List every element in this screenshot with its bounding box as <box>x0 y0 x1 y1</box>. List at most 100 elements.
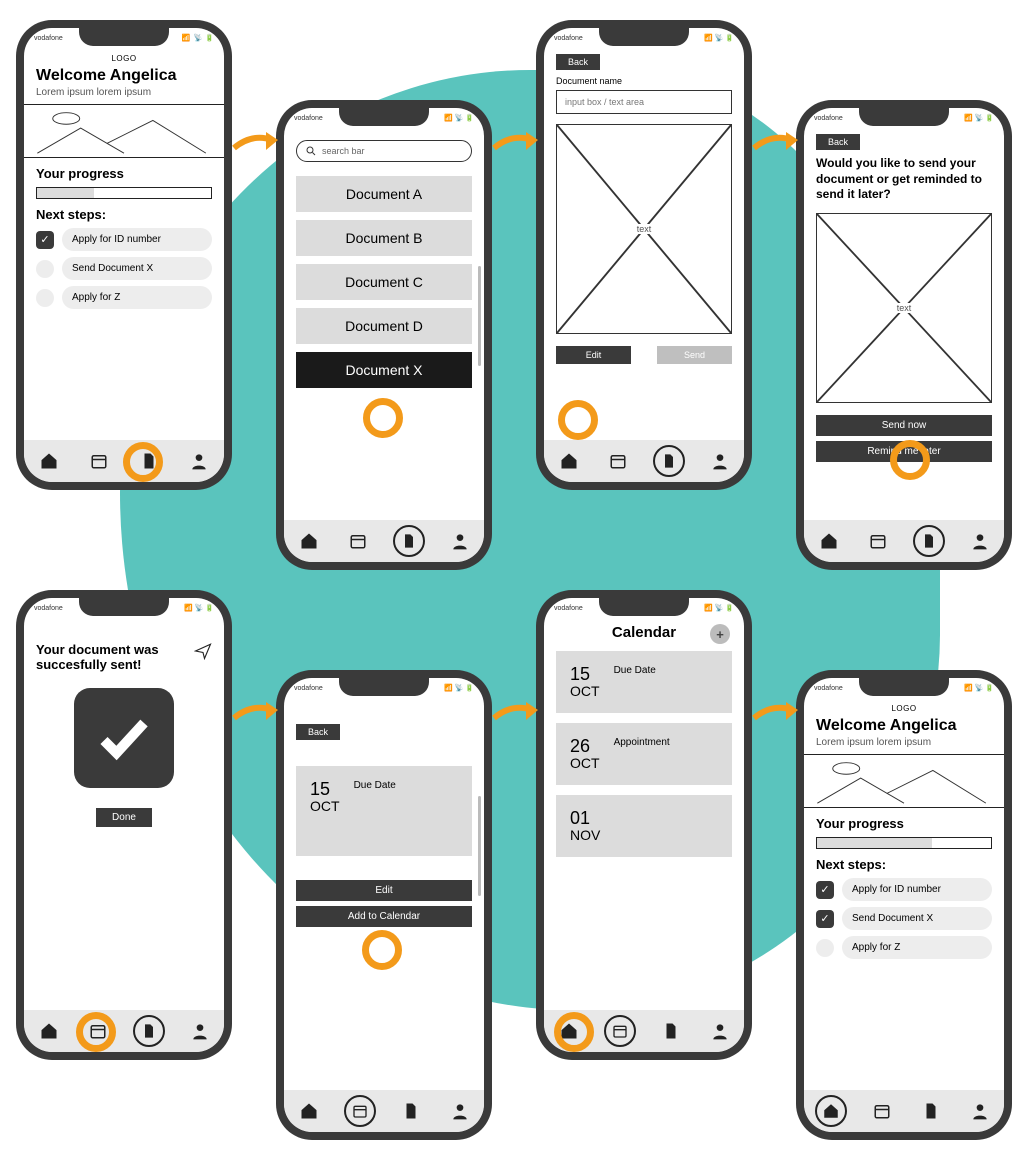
tab-home[interactable] <box>815 1095 847 1127</box>
check-icon: ✓ <box>816 881 834 899</box>
welcome-subtitle: Lorem ipsum lorem ipsum <box>816 737 992 748</box>
due-day: 15 <box>310 780 340 798</box>
highlight-home-tab <box>554 1012 594 1052</box>
send-now-button[interactable]: Send now <box>816 415 992 436</box>
highlight-add-calendar <box>362 930 402 970</box>
image-placeholder: text <box>816 213 992 403</box>
tab-calendar[interactable] <box>864 527 892 555</box>
step-dot-icon <box>36 289 54 307</box>
progress-bar <box>36 187 212 199</box>
check-icon: ✓ <box>36 231 54 249</box>
back-button[interactable]: Back <box>296 724 340 740</box>
phone-frame-5: vodafone📶 📡 🔋 Your document was succesfu… <box>16 590 232 1060</box>
step-item[interactable]: Send Document X <box>36 257 212 280</box>
tab-documents[interactable] <box>393 525 425 557</box>
plane-icon <box>194 642 212 660</box>
flow-arrow <box>492 128 542 158</box>
flow-arrow <box>752 698 802 728</box>
due-date-card: 15 OCT Due Date <box>296 766 472 856</box>
next-steps-heading: Next steps: <box>36 207 212 222</box>
tab-home[interactable] <box>35 447 63 475</box>
tab-home[interactable] <box>295 527 323 555</box>
tab-documents[interactable] <box>913 525 945 557</box>
tab-calendar[interactable] <box>344 527 372 555</box>
tab-bar <box>544 440 744 482</box>
step-label: Send Document X <box>62 257 212 280</box>
back-button[interactable]: Back <box>556 54 600 70</box>
step-item[interactable]: Apply for Z <box>36 286 212 309</box>
tab-documents[interactable] <box>917 1097 945 1125</box>
flow-arrow <box>232 698 282 728</box>
tab-profile[interactable] <box>966 1097 994 1125</box>
highlight-calendar-tab <box>76 1012 116 1052</box>
phone-frame-8: vodafone📶 📡 🔋 LOGO Welcome Angelica Lore… <box>796 670 1012 1140</box>
welcome-heading: Welcome Angelica <box>36 67 212 85</box>
tab-profile[interactable] <box>706 1017 734 1045</box>
edit-button[interactable]: Edit <box>556 346 631 364</box>
step-label: Apply for ID number <box>62 228 212 251</box>
calendar-title: Calendar <box>612 624 676 641</box>
send-button[interactable]: Send <box>657 346 732 364</box>
check-icon: ✓ <box>816 910 834 928</box>
tab-calendar[interactable] <box>604 447 632 475</box>
step-item[interactable]: Apply for Z <box>816 936 992 959</box>
tab-documents[interactable] <box>657 1017 685 1045</box>
tab-profile[interactable] <box>446 527 474 555</box>
add-calendar-button[interactable]: Add to Calendar <box>296 906 472 927</box>
tab-profile[interactable] <box>966 527 994 555</box>
scrollbar[interactable] <box>478 796 481 896</box>
document-item[interactable]: Document C <box>296 264 472 300</box>
tab-calendar[interactable] <box>344 1095 376 1127</box>
document-item-active[interactable]: Document X <box>296 352 472 388</box>
step-item[interactable]: ✓Apply for ID number <box>816 878 992 901</box>
highlight-send-now <box>890 440 930 480</box>
hero-illustration <box>804 754 1004 808</box>
hero-illustration <box>24 104 224 158</box>
step-item[interactable]: ✓Send Document X <box>816 907 992 930</box>
tab-bar <box>804 1090 1004 1132</box>
tab-calendar[interactable] <box>868 1097 896 1125</box>
document-item[interactable]: Document A <box>296 176 472 212</box>
logo-label: LOGO <box>816 702 992 715</box>
progress-heading: Your progress <box>36 166 212 181</box>
tab-profile[interactable] <box>186 1017 214 1045</box>
logo-label: LOGO <box>36 52 212 65</box>
carrier-label: vodafone <box>34 35 63 42</box>
edit-button[interactable]: Edit <box>296 880 472 901</box>
calendar-item[interactable]: 15OCT Due Date <box>556 651 732 713</box>
search-input[interactable]: search bar <box>296 140 472 162</box>
due-label: Due Date <box>354 780 396 791</box>
tab-bar <box>284 1090 484 1132</box>
calendar-item[interactable]: 26OCT Appointment <box>556 723 732 785</box>
calendar-item[interactable]: 01NOV <box>556 795 732 857</box>
docname-input[interactable]: input box / text area <box>556 90 732 114</box>
phone-frame-4: vodafone📶 📡 🔋 Back Would you like to sen… <box>796 100 1012 570</box>
tab-home[interactable] <box>555 447 583 475</box>
image-placeholder: text <box>556 124 732 334</box>
document-item[interactable]: Document B <box>296 220 472 256</box>
battery-icon: 🔋 <box>205 34 214 42</box>
tab-profile[interactable] <box>706 447 734 475</box>
document-item[interactable]: Document D <box>296 308 472 344</box>
tab-calendar[interactable] <box>604 1015 636 1047</box>
scrollbar[interactable] <box>478 266 481 366</box>
progress-bar <box>816 837 992 849</box>
step-item[interactable]: ✓ Apply for ID number <box>36 228 212 251</box>
tab-home[interactable] <box>295 1097 323 1125</box>
done-button[interactable]: Done <box>96 808 152 827</box>
signal-icon: 📶 <box>182 34 191 42</box>
flow-arrow <box>752 128 802 158</box>
tab-documents[interactable] <box>397 1097 425 1125</box>
back-button[interactable]: Back <box>816 134 860 150</box>
welcome-heading: Welcome Angelica <box>816 717 992 735</box>
tab-calendar[interactable] <box>85 447 113 475</box>
add-event-button[interactable]: + <box>710 624 730 644</box>
next-steps-heading: Next steps: <box>816 857 992 872</box>
tab-profile[interactable] <box>446 1097 474 1125</box>
tab-home[interactable] <box>35 1017 63 1045</box>
tab-documents[interactable] <box>133 1015 165 1047</box>
tab-documents[interactable] <box>653 445 685 477</box>
phone-frame-2: vodafone📶 📡 🔋 search bar Document A Docu… <box>276 100 492 570</box>
tab-home[interactable] <box>815 527 843 555</box>
tab-profile[interactable] <box>185 447 213 475</box>
